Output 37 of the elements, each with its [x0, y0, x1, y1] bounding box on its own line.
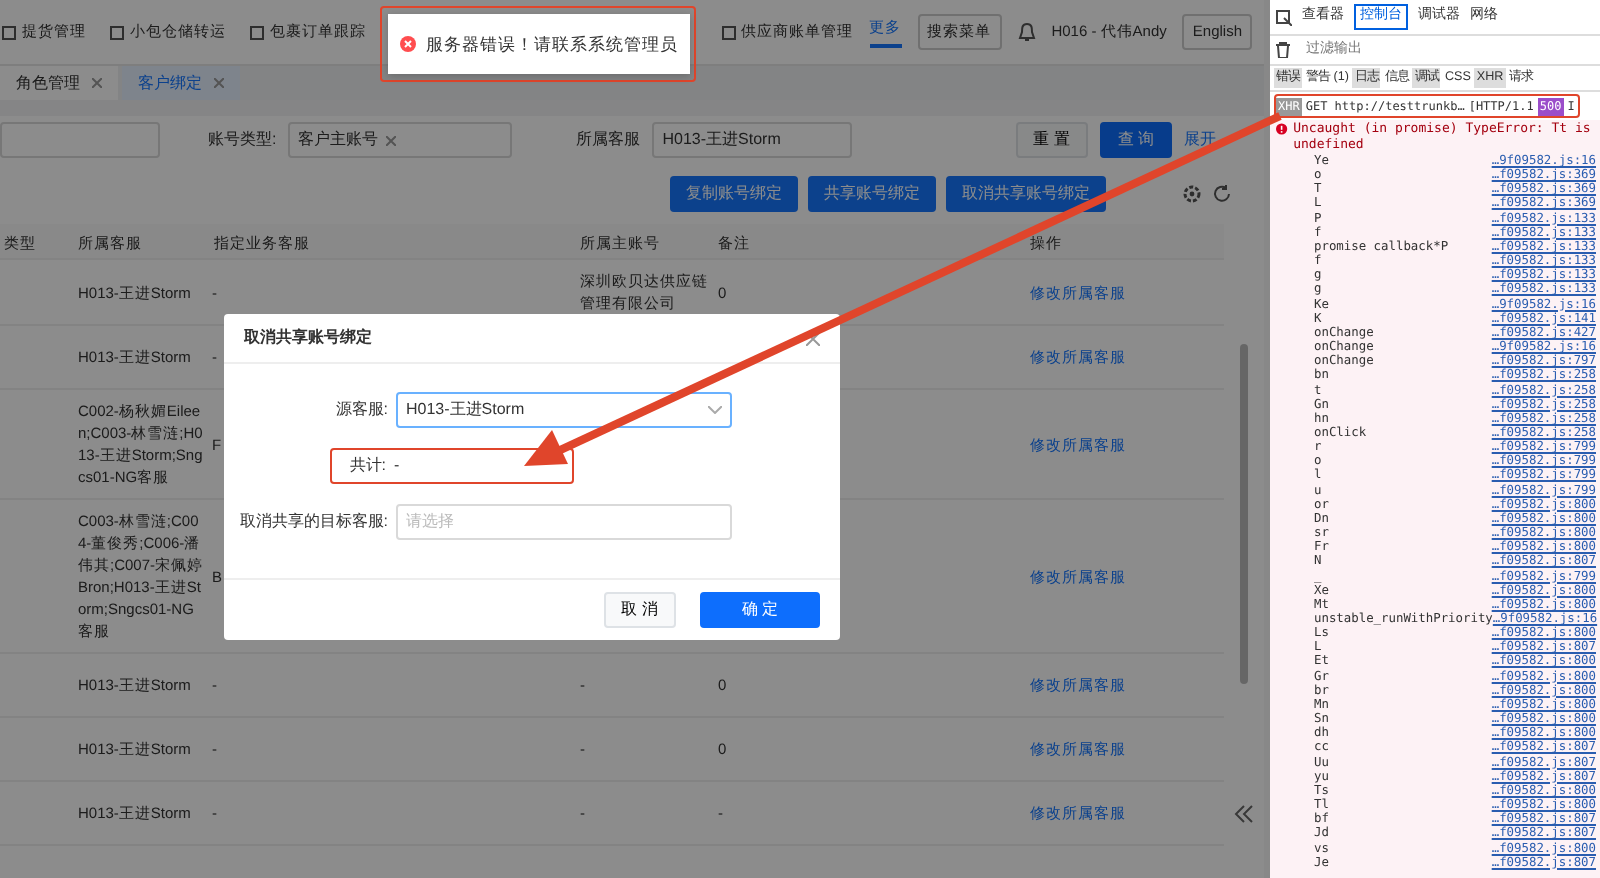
error-icon — [400, 36, 416, 52]
field-label: 账号类型: — [208, 128, 277, 152]
refresh-icon — [1212, 184, 1232, 204]
modal-title: 取消共享账号绑定 — [244, 326, 372, 350]
menu-icon — [2, 25, 16, 39]
select-tag: 客户主账号 — [298, 128, 379, 152]
close-icon — [806, 331, 820, 345]
settings-icon — [1182, 184, 1202, 204]
chevron-down-icon — [708, 406, 722, 414]
cancel-button[interactable]: 取 消 — [603, 592, 676, 628]
collapse-icon — [1234, 804, 1254, 824]
field-value: - — [394, 454, 400, 478]
bell-icon — [1017, 22, 1036, 42]
menu-icon — [250, 25, 264, 39]
menu-icon — [721, 25, 736, 39]
close-icon — [214, 78, 224, 88]
reset-button[interactable]: 重 置 — [1015, 122, 1088, 158]
search-button[interactable]: 查 询 — [1099, 122, 1172, 158]
error-icon — [1276, 122, 1288, 136]
tab-label: 角色管理 — [16, 71, 80, 95]
tab-label: 客户绑定 — [138, 71, 202, 95]
field-label: 源客服: — [333, 398, 388, 422]
close-icon — [386, 135, 397, 145]
close-icon — [92, 78, 102, 88]
page-tab[interactable]: 角色管理 — [0, 66, 118, 100]
scrollbar[interactable] — [1240, 344, 1248, 684]
trash-icon — [1276, 42, 1290, 58]
picker-icon — [1276, 9, 1292, 25]
select-field[interactable]: H013-王进Storm — [396, 392, 732, 428]
field-label: 所属客服 — [576, 128, 641, 152]
field-label: 共计: — [347, 454, 386, 478]
field-label: 取消共享的目标客服: — [237, 510, 388, 534]
confirm-button[interactable]: 确 定 — [699, 592, 820, 628]
toast-message: 服务器错误！请联系系统管理员 — [426, 31, 678, 57]
select-field[interactable]: 客户主账号 — [288, 122, 513, 158]
menu-icon — [110, 25, 124, 39]
select-field[interactable]: H013-王进Storm — [652, 122, 853, 158]
